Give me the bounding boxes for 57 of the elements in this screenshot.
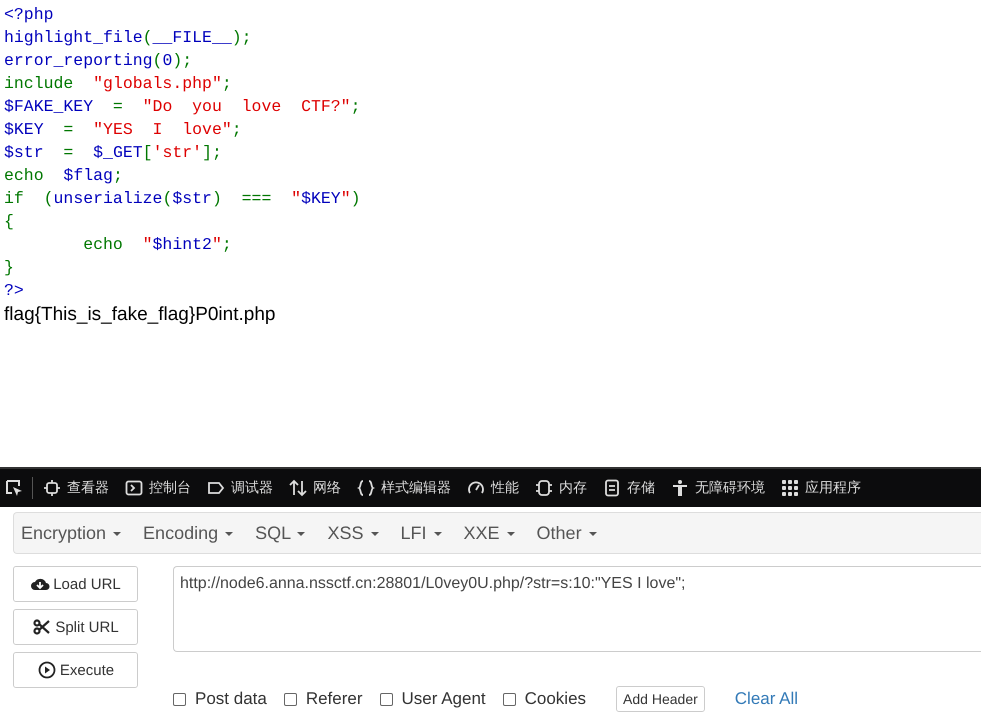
checkbox-label: Referer — [306, 689, 363, 709]
tag-icon — [207, 479, 225, 497]
dropdown-menu[interactable]: Encryption — [21, 522, 122, 544]
checkbox-label: User Agent — [402, 689, 486, 709]
code-line: include "globals.php"; — [4, 73, 232, 95]
checkbox[interactable] — [284, 692, 297, 706]
checkbox-label: Cookies — [524, 689, 586, 709]
clear-all-link[interactable]: Clear All — [734, 689, 798, 709]
person-icon — [671, 479, 689, 497]
add-header-button[interactable]: Add Header — [616, 686, 705, 712]
storage-icon — [603, 479, 621, 497]
code-line: $str = $_GET['str']; — [4, 142, 222, 164]
frame-icon — [43, 479, 61, 497]
code-line: $FAKE_KEY = "Do you love CTF?"; — [4, 96, 360, 118]
devtools-tab[interactable]: 样式编辑器 — [357, 479, 451, 497]
hackbar-button[interactable]: Split URL — [13, 609, 138, 645]
element-picker-icon[interactable] — [4, 478, 24, 498]
devtools-tab[interactable]: 应用程序 — [781, 479, 861, 497]
devtools-tab[interactable]: 内存 — [535, 479, 587, 497]
devtools-tab[interactable]: 网络 — [289, 479, 341, 497]
code-line: $KEY = "YES I love"; — [4, 119, 242, 141]
code-line: echo $flag; — [4, 165, 123, 187]
code-line: echo "$hint2"; — [82, 234, 232, 256]
checkbox[interactable] — [173, 692, 186, 706]
dropdown-menu[interactable]: XSS — [327, 522, 378, 544]
play-icon — [36, 661, 57, 679]
checkbox[interactable] — [380, 692, 393, 706]
checkbox[interactable] — [502, 692, 516, 706]
scissors-icon — [32, 618, 52, 636]
grid-icon — [781, 479, 799, 497]
arrows-icon — [289, 479, 307, 497]
chip-icon — [535, 479, 553, 497]
devtools-tab[interactable]: 存储 — [603, 479, 655, 497]
code-line: error_reporting(0); — [4, 50, 192, 72]
dropdown-menu[interactable]: Encoding — [143, 522, 234, 544]
devtools-tab[interactable]: 无障碍环境 — [671, 479, 765, 497]
devtools-tab[interactable]: 查看器 — [43, 479, 109, 497]
devtools-tab[interactable]: 调试器 — [207, 479, 273, 497]
code-line: highlight_file(__FILE__); — [4, 27, 252, 49]
devtools-tab[interactable]: 控制台 — [125, 479, 191, 497]
code-line: } — [4, 257, 14, 279]
hackbar-button[interactable]: Load URL — [13, 566, 138, 602]
code-line: if (unserialize($str) === "$KEY") — [4, 188, 360, 210]
code-line: <?php — [4, 4, 54, 26]
braces-icon — [357, 479, 375, 497]
url-field[interactable]: http://node6.anna.nssctf.cn:28801/L0vey0U.php/?str=s:10:"YES I love"; — [173, 566, 981, 652]
dropdown-menu[interactable]: Other — [536, 522, 597, 544]
code-line: ?> — [4, 280, 24, 302]
dropdown-menu[interactable]: SQL — [255, 522, 306, 544]
dropdown-menu[interactable]: LFI — [400, 522, 442, 544]
code-line: { — [4, 211, 14, 233]
dropdown-menu[interactable]: XXE — [464, 522, 515, 544]
checkbox-label: Post data — [195, 689, 267, 709]
hackbar-button[interactable]: Execute — [13, 652, 138, 688]
terminal-icon — [125, 479, 143, 497]
devtools-tab[interactable]: 性能 — [467, 479, 519, 497]
output-text: flag{This_is_fake_flag}P0int.php — [4, 303, 276, 327]
